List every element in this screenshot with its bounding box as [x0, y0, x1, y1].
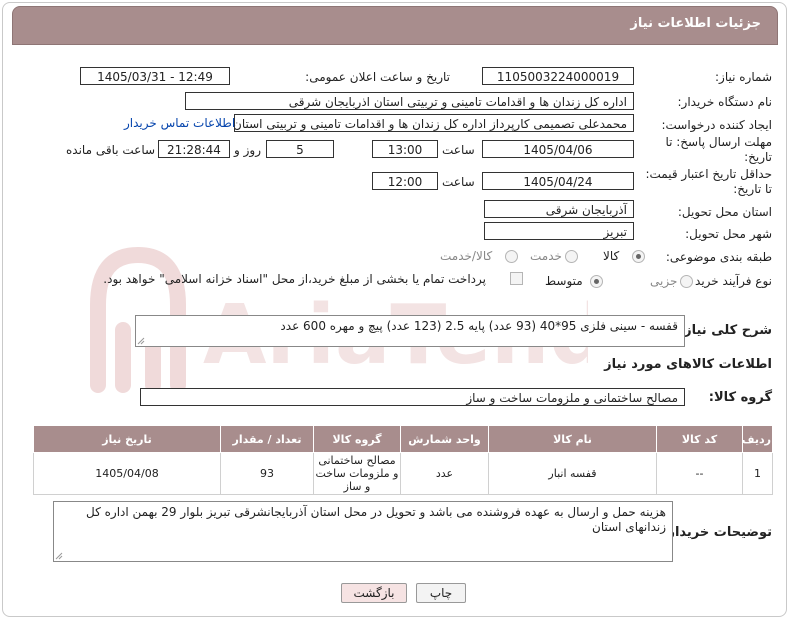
process-minor-radio[interactable] — [680, 275, 693, 288]
category-service-label: خدمت — [530, 249, 562, 263]
col-qty: تعداد / مقدار — [220, 425, 314, 453]
need-number-field: 1105003224000019 — [482, 67, 634, 85]
need-number-label: شماره نیاز: — [715, 70, 772, 84]
delivery-city-label: شهر محل تحویل: — [685, 227, 772, 241]
row-unit: عدد — [400, 452, 489, 495]
panel-header: جزئیات اطلاعات نیاز — [12, 6, 778, 45]
price-validity-time-field: 12:00 — [372, 172, 438, 190]
remaining-time-field: 21:28:44 — [158, 140, 230, 158]
panel-title: جزئیات اطلاعات نیاز — [630, 16, 761, 31]
process-minor-label: جزیی — [650, 274, 678, 288]
buyer-notes-text: هزینه حمل و ارسال به عهده فروشنده می باش… — [86, 505, 666, 534]
remaining-time-label: ساعت باقی مانده — [66, 143, 156, 157]
reply-days-label: روز و — [234, 143, 261, 157]
row-qty: 93 — [220, 452, 314, 495]
resize-grip-icon — [55, 552, 63, 560]
price-validity-label-line2: تا تاریخ: — [733, 182, 772, 196]
goods-group-field: مصالح ساختمانی و ملزومات ساخت و ساز — [140, 388, 685, 406]
category-goods-service-label: کالا/خدمت — [440, 249, 493, 263]
goods-group-label: گروه کالا: — [708, 390, 772, 405]
description-label: شرح کلی نیاز: — [678, 323, 772, 338]
goods-table: ردیف کد کالا نام کالا واحد شمارش گروه کا… — [33, 425, 773, 495]
resize-grip-icon — [137, 337, 145, 345]
process-medium-label: متوسط — [545, 274, 583, 288]
category-goods-radio[interactable] — [632, 250, 645, 263]
requester-field: محمدعلی تصمیمی کارپرداز اداره کل زندان ه… — [234, 114, 634, 132]
col-unit: واحد شمارش — [400, 425, 489, 453]
treasury-payment-note: پرداخت تمام یا بخشی از مبلغ خرید،از محل … — [103, 272, 486, 286]
description-textarea[interactable]: قفسه - سینی فلزی 95*40 (93 عدد) پایه 2.5… — [135, 315, 685, 347]
delivery-city-field: تبریز — [484, 222, 634, 240]
reply-deadline-label-line1: مهلت ارسال پاسخ: تا — [665, 135, 772, 149]
price-validity-label: حداقل تاریخ اعتبار قیمت: تا تاریخ: — [645, 167, 772, 197]
reply-date-field: 1405/04/06 — [482, 140, 634, 158]
buyer-contact-link[interactable]: اطلاعات تماس خریدار — [124, 116, 235, 130]
price-validity-label-line1: حداقل تاریخ اعتبار قیمت: — [645, 167, 772, 181]
col-group: گروه کالا — [313, 425, 401, 453]
reply-deadline-label-line2: تاریخ: — [744, 150, 772, 164]
category-service-radio[interactable] — [565, 250, 578, 263]
buyer-org-field: اداره کل زندان ها و اقدامات تامینی و ترب… — [185, 92, 634, 110]
goods-section-title: اطلاعات کالاهای مورد نیاز — [604, 357, 772, 372]
delivery-province-label: استان محل تحویل: — [677, 205, 772, 219]
delivery-province-field: آذربایجان شرقی — [484, 200, 634, 218]
reply-deadline-label: مهلت ارسال پاسخ: تا تاریخ: — [665, 135, 772, 165]
col-code: کد کالا — [656, 425, 743, 453]
row-index: 1 — [742, 452, 773, 495]
price-validity-time-label: ساعت — [442, 175, 475, 189]
price-validity-date-field: 1405/04/24 — [482, 172, 634, 190]
reply-time-label: ساعت — [442, 143, 475, 157]
buyer-org-label: نام دستگاه خریدار: — [677, 95, 773, 109]
row-date: 1405/04/08 — [33, 452, 221, 495]
row-group: مصالح ساختمانی و ملزومات ساخت و ساز — [313, 452, 401, 495]
process-label: نوع فرآیند خرید : — [687, 274, 772, 288]
table-row: 1 -- قفسه انبار عدد مصالح ساختمانی و ملز… — [33, 452, 773, 495]
category-goods-label: کالا — [603, 249, 620, 263]
category-label: طبقه بندی موضوعی: — [665, 250, 772, 264]
row-code: -- — [656, 452, 743, 495]
reply-time-field: 13:00 — [372, 140, 438, 158]
treasury-payment-checkbox[interactable] — [510, 272, 523, 285]
row-name: قفسه انبار — [488, 452, 657, 495]
buyer-notes-label: توضیحات خریدار: — [662, 525, 772, 540]
announce-field: 1405/03/31 - 12:49 — [80, 67, 230, 85]
category-goods-service-radio[interactable] — [505, 250, 518, 263]
print-button[interactable]: چاپ — [416, 583, 466, 603]
requester-label: ایجاد کننده درخواست: — [661, 118, 772, 132]
col-date: تاریخ نیاز — [33, 425, 221, 453]
announce-label: تاریخ و ساعت اعلان عمومی: — [305, 70, 450, 84]
goods-table-header: ردیف کد کالا نام کالا واحد شمارش گروه کا… — [33, 425, 773, 453]
back-button[interactable]: بازگشت — [341, 583, 407, 603]
buyer-notes-textarea[interactable]: هزینه حمل و ارسال به عهده فروشنده می باش… — [53, 501, 673, 562]
col-name: نام کالا — [488, 425, 657, 453]
reply-days-field: 5 — [266, 140, 334, 158]
col-index: ردیف — [742, 425, 773, 453]
process-medium-radio[interactable] — [590, 275, 603, 288]
description-text: قفسه - سینی فلزی 95*40 (93 عدد) پایه 2.5… — [280, 319, 678, 333]
